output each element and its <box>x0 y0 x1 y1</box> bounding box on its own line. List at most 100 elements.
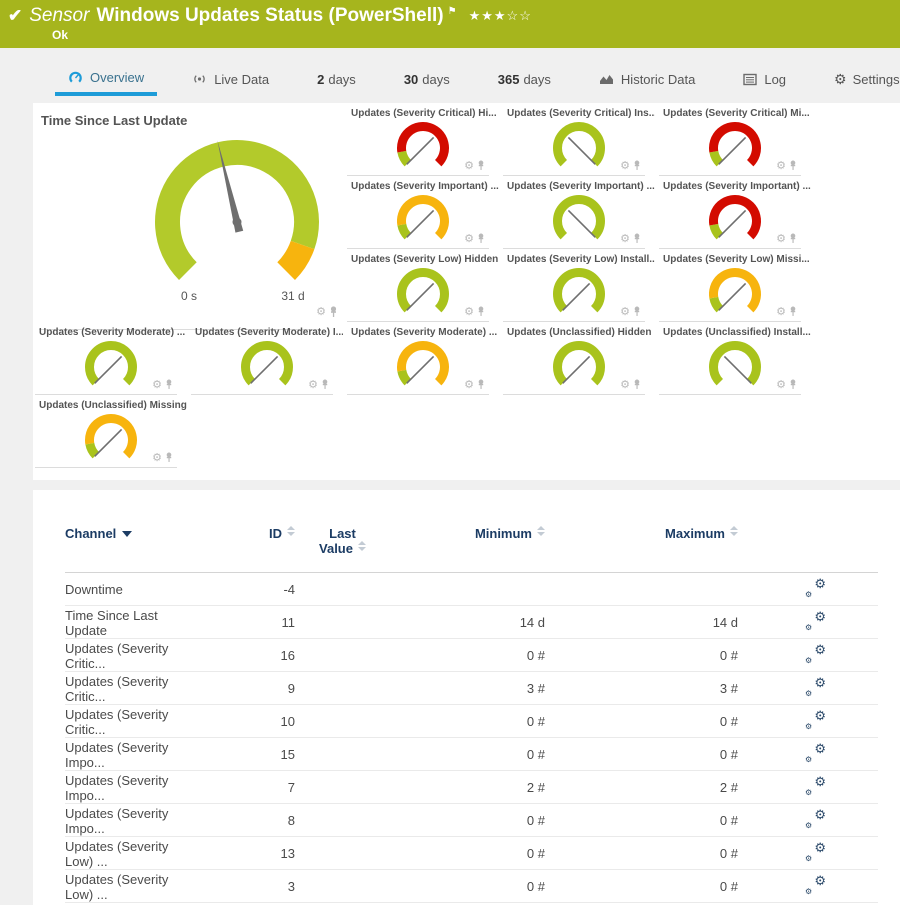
cell-maximum: 0 # <box>545 813 738 828</box>
channel-settings-icon[interactable]: ⚙⚙ <box>804 875 826 895</box>
pin-icon[interactable] <box>477 233 485 244</box>
gauge-tile[interactable]: Updates (Severity Critical) Ins...⚙ <box>501 103 657 176</box>
gauge-settings-gear-icon[interactable]: ⚙ <box>152 380 162 390</box>
gauge-tile-time-since-last-update[interactable]: Time Since Last Update 0 s 31 d ⚙ <box>33 103 345 330</box>
gauge-tile[interactable]: Updates (Severity Critical) Mi...⚙ <box>657 103 813 176</box>
tab-days[interactable]: 2 days <box>304 62 369 96</box>
gauge-tile[interactable]: Updates (Unclassified) Hidden⚙ <box>501 322 657 395</box>
cell-id: 11 <box>200 615 295 630</box>
pin-icon[interactable] <box>789 379 797 390</box>
tab-days[interactable]: 365days <box>485 62 564 96</box>
gauge-settings-gear-icon[interactable]: ⚙ <box>620 234 630 244</box>
pin-icon[interactable] <box>165 452 173 463</box>
cell-channel: Updates (Severity Low) ... <box>65 872 200 902</box>
pin-icon[interactable] <box>633 306 641 317</box>
table-row[interactable]: Updates (Severity Critic...100 #0 #⚙⚙ <box>33 705 900 738</box>
table-row[interactable]: Updates (Severity Impo...80 #0 #⚙⚙ <box>33 804 900 837</box>
flag-icon[interactable]: ⚑ <box>448 6 457 17</box>
pin-icon[interactable] <box>789 160 797 171</box>
cell-maximum: 0 # <box>545 714 738 729</box>
gauge-settings-gear-icon[interactable]: ⚙ <box>776 161 786 171</box>
gauge-settings-gear-icon[interactable]: ⚙ <box>308 380 318 390</box>
pin-icon[interactable] <box>329 306 338 318</box>
pin-icon[interactable] <box>789 306 797 317</box>
table-row[interactable]: Downtime-4⚙⚙ <box>33 573 900 606</box>
gauge-settings-gear-icon[interactable]: ⚙ <box>776 234 786 244</box>
gauge-tile[interactable]: Updates (Severity Low) Missi...⚙ <box>657 249 813 322</box>
gauge-settings-gear-icon[interactable]: ⚙ <box>464 307 474 317</box>
gauge-settings-gear-icon[interactable]: ⚙ <box>776 380 786 390</box>
pin-icon[interactable] <box>165 379 173 390</box>
channel-settings-icon[interactable]: ⚙⚙ <box>804 842 826 862</box>
channel-settings-icon[interactable]: ⚙⚙ <box>804 710 826 730</box>
table-row[interactable]: Updates (Severity Impo...150 #0 #⚙⚙ <box>33 738 900 771</box>
channel-settings-icon[interactable]: ⚙⚙ <box>804 809 826 829</box>
tab-number: 365 <box>498 72 520 87</box>
cell-minimum: 2 # <box>390 780 545 795</box>
pin-icon[interactable] <box>633 160 641 171</box>
gauge-settings-gear-icon[interactable]: ⚙ <box>152 453 162 463</box>
cell-maximum: 2 # <box>545 780 738 795</box>
sort-icon <box>537 526 545 536</box>
pin-icon[interactable] <box>477 379 485 390</box>
gauge-settings-gear-icon[interactable]: ⚙ <box>776 307 786 317</box>
tab-number: 2 <box>317 72 324 87</box>
gauge-settings-gear-icon[interactable]: ⚙ <box>464 234 474 244</box>
table-row[interactable]: Updates (Severity Critic...160 #0 #⚙⚙ <box>33 639 900 672</box>
gauge-tile[interactable]: Updates (Severity Low) Install...⚙ <box>501 249 657 322</box>
gauge-settings-gear-icon[interactable]: ⚙ <box>620 161 630 171</box>
gauge-settings-gear-icon[interactable]: ⚙ <box>316 307 326 317</box>
sort-icon <box>730 526 738 536</box>
historic-data-icon <box>599 72 614 86</box>
channel-settings-icon[interactable]: ⚙⚙ <box>804 776 826 796</box>
table-row[interactable]: Updates (Severity Low) ...130 #0 #⚙⚙ <box>33 837 900 870</box>
channel-settings-icon[interactable]: ⚙⚙ <box>804 743 826 763</box>
gauge-tile[interactable]: Updates (Severity Moderate) ...⚙ <box>345 322 501 395</box>
column-header-minimum[interactable]: Minimum <box>390 526 545 541</box>
column-header-last-value[interactable]: LastValue <box>295 526 390 556</box>
tab-settings[interactable]: ⚙Settings <box>821 62 900 96</box>
gauge-settings-gear-icon[interactable]: ⚙ <box>464 380 474 390</box>
gauge-settings-gear-icon[interactable]: ⚙ <box>620 380 630 390</box>
tab-overview[interactable]: Overview <box>55 62 157 96</box>
cell-id: -4 <box>200 582 295 597</box>
gauge-title: Updates (Severity Critical) Hi... <box>351 108 499 119</box>
tab-historic-data[interactable]: Historic Data <box>586 62 708 96</box>
gauge-tile[interactable]: Updates (Severity Low) Hidden⚙ <box>345 249 501 322</box>
column-header-maximum[interactable]: Maximum <box>545 526 738 541</box>
column-header-channel[interactable]: Channel <box>65 526 200 541</box>
channel-settings-icon[interactable]: ⚙⚙ <box>804 611 826 631</box>
gauge-settings-gear-icon[interactable]: ⚙ <box>464 161 474 171</box>
column-header-id[interactable]: ID <box>200 526 295 541</box>
tab-live-data[interactable]: Live Data <box>179 62 282 96</box>
cell-maximum: 0 # <box>545 879 738 894</box>
gauge-tile[interactable]: Updates (Severity Moderate) ...⚙ <box>33 322 189 395</box>
pin-icon[interactable] <box>633 233 641 244</box>
gauge-tile[interactable]: Updates (Unclassified) Missing⚙ <box>33 395 189 468</box>
gauge-tile[interactable]: Updates (Severity Important) ...⚙ <box>657 176 813 249</box>
pin-icon[interactable] <box>789 233 797 244</box>
tab-label: days <box>328 72 355 87</box>
gauge-tile[interactable]: Updates (Unclassified) Install...⚙ <box>657 322 813 395</box>
pin-icon[interactable] <box>321 379 329 390</box>
table-row[interactable]: Updates (Severity Critic...93 #3 #⚙⚙ <box>33 672 900 705</box>
priority-stars[interactable]: ★★★☆☆ <box>469 8 532 24</box>
channel-settings-icon[interactable]: ⚙⚙ <box>804 578 826 598</box>
pin-icon[interactable] <box>477 160 485 171</box>
gauge-tile[interactable]: Updates (Severity Critical) Hi... ⚙ <box>345 103 501 176</box>
gauge-tile[interactable]: Updates (Severity Important) ...⚙ <box>501 176 657 249</box>
gauge-tile[interactable]: Updates (Severity Important) ...⚙ <box>345 176 501 249</box>
table-row[interactable]: Time Since Last Update1114 d14 d⚙⚙ <box>33 606 900 639</box>
pin-icon[interactable] <box>633 379 641 390</box>
pin-icon[interactable] <box>477 306 485 317</box>
table-row[interactable]: Updates (Severity Impo...72 #2 #⚙⚙ <box>33 771 900 804</box>
channel-settings-icon[interactable]: ⚙⚙ <box>804 644 826 664</box>
gauge-min-label: 0 s <box>169 289 209 303</box>
tab-days[interactable]: 30days <box>391 62 463 96</box>
live-data-icon <box>192 72 207 86</box>
table-row[interactable]: Updates (Severity Low) ...30 #0 #⚙⚙ <box>33 870 900 903</box>
gauge-settings-gear-icon[interactable]: ⚙ <box>620 307 630 317</box>
gauge-tile[interactable]: Updates (Severity Moderate) I...⚙ <box>189 322 345 395</box>
tab-log[interactable]: Log <box>730 62 799 96</box>
channel-settings-icon[interactable]: ⚙⚙ <box>804 677 826 697</box>
